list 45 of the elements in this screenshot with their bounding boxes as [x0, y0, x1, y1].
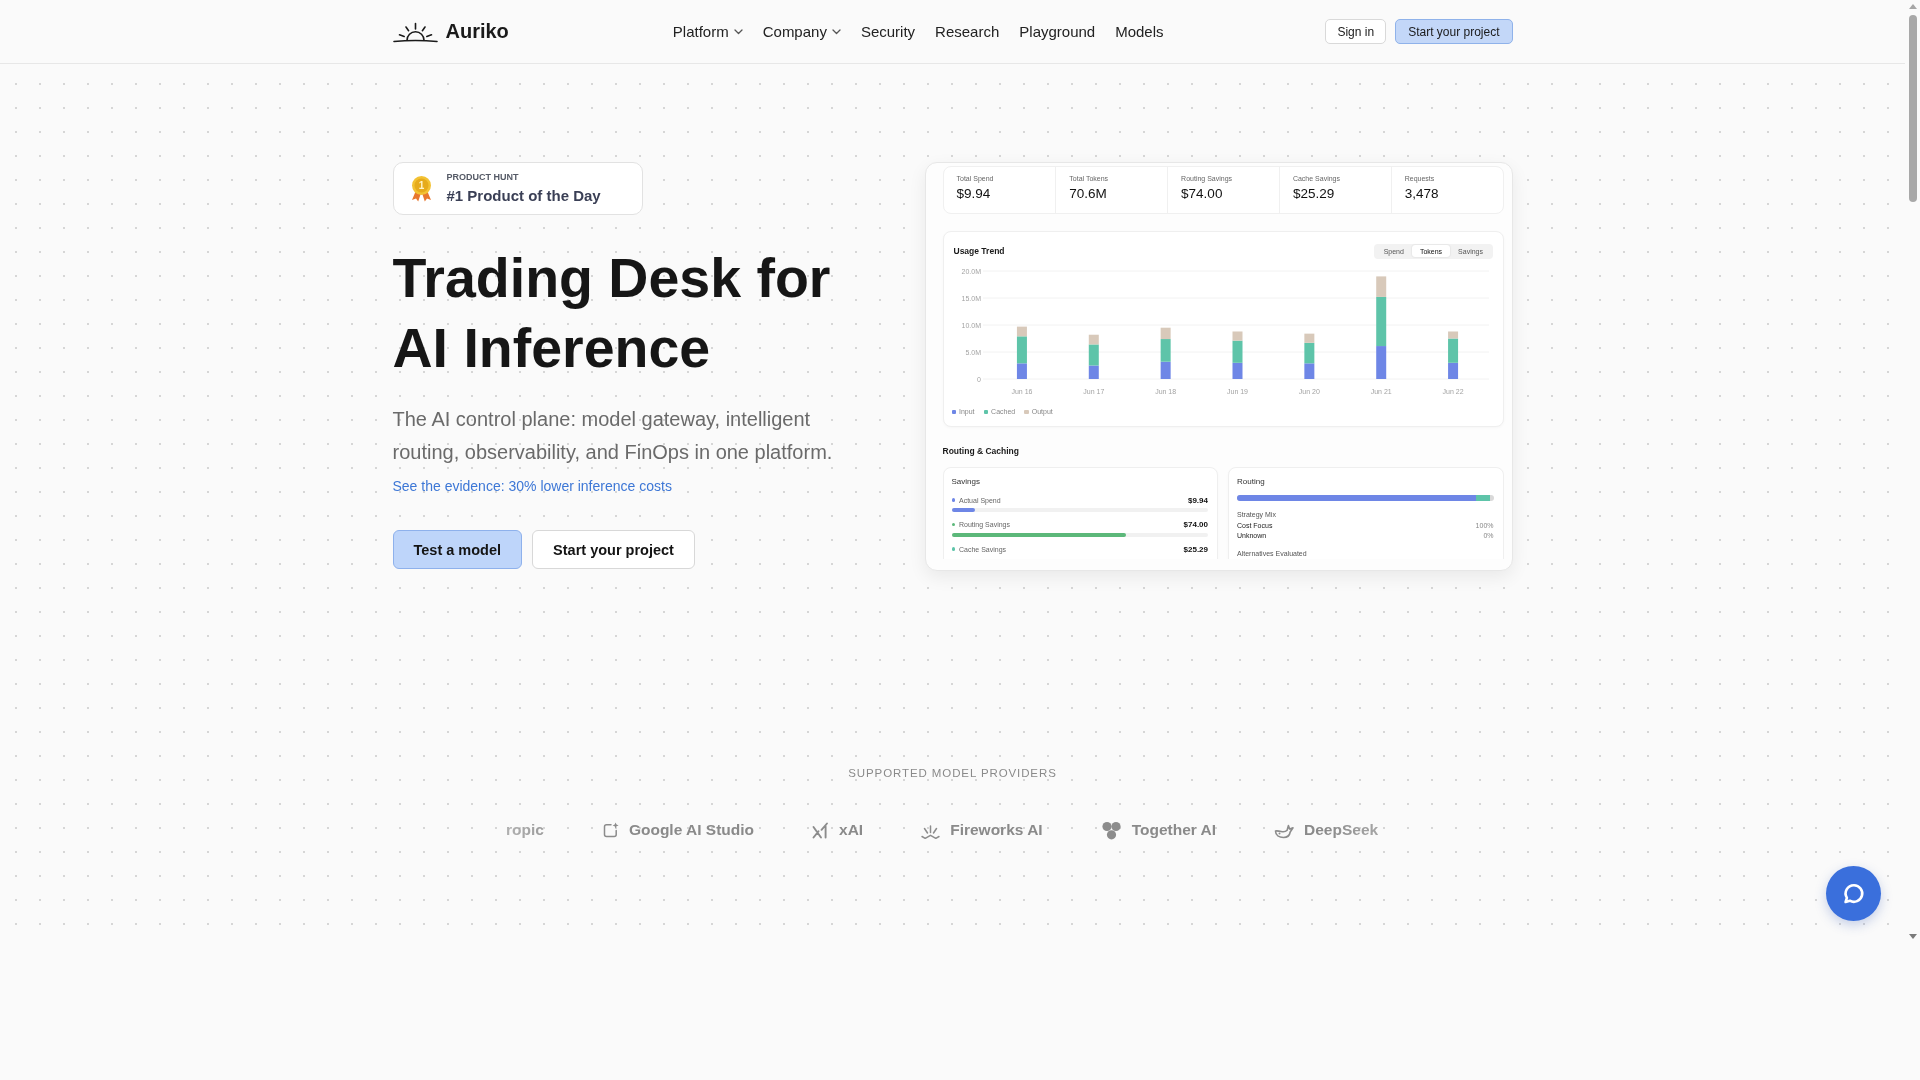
provider-name: ropic: [506, 821, 544, 839]
start-project-button[interactable]: Start your project: [532, 530, 695, 569]
hero-subtitle: The AI control plane: model gateway, intelligent routing, observability, and FinOps in one platform.: [392, 407, 834, 465]
sign-in-button[interactable]: Sign in: [1325, 19, 1387, 44]
provider-name: Together AI: [1131, 821, 1217, 839]
provider-name: Fireworks AI: [950, 821, 1043, 839]
sparkle-square-icon: [601, 821, 619, 839]
badge-title: #1 Product of the Day: [446, 187, 601, 205]
metric-value: $74.00: [1183, 520, 1208, 529]
nav-link[interactable]: Company: [762, 23, 841, 40]
test-model-button[interactable]: Test a model: [392, 530, 523, 569]
section-title: Routing & Caching: [942, 445, 1020, 457]
chart-title: Usage Trend: [953, 246, 1005, 256]
metric-value: $9.94: [1187, 495, 1208, 505]
scroll-up-icon[interactable]: [1908, 4, 1917, 9]
circles-icon: [1100, 820, 1122, 840]
nav-link[interactable]: Platform: [672, 23, 743, 40]
hero-title: Trading Desk for AI Inference: [392, 246, 832, 381]
evidence-link[interactable]: See the evidence: 30% lower inference costs: [392, 476, 672, 496]
stat-value: 3,478: [1404, 186, 1440, 202]
chart-bar: [1232, 362, 1242, 379]
panel-title: Savings: [951, 477, 981, 487]
provider-name: xAI: [839, 821, 864, 839]
stat-value: 70.6M: [1069, 186, 1108, 202]
nav-link[interactable]: Security: [860, 23, 916, 40]
x-mark-icon: [812, 821, 830, 839]
metric-value: $25.29: [1183, 544, 1208, 554]
scroll-down-icon[interactable]: [1908, 934, 1917, 939]
chart-bar: [1303, 363, 1314, 379]
nav-link[interactable]: Research: [935, 23, 1000, 40]
section-eyebrow: SUPPORTED MODEL PROVIDERS: [848, 766, 1057, 781]
start-project-button[interactable]: Start your project: [1395, 19, 1513, 44]
chart-bar: [1160, 361, 1171, 379]
stat-value: $25.29: [1292, 186, 1336, 202]
stat-value: $9.94: [956, 186, 992, 202]
provider-name: Google AI Studio: [628, 821, 755, 839]
stat-value: $74.00: [1181, 186, 1224, 202]
panel-title: Routing: [1237, 477, 1266, 487]
nav-link[interactable]: Models: [1115, 23, 1164, 40]
provider-name: DeepSeek: [1304, 821, 1379, 839]
nav-link[interactable]: Playground: [1019, 23, 1096, 40]
sunrise-icon: [392, 20, 438, 43]
scrollbar-thumb[interactable]: [1908, 15, 1917, 202]
badge-eyebrow: PRODUCT HUNT: [446, 172, 520, 183]
logo-link[interactable]: Auriko: [392, 20, 509, 43]
